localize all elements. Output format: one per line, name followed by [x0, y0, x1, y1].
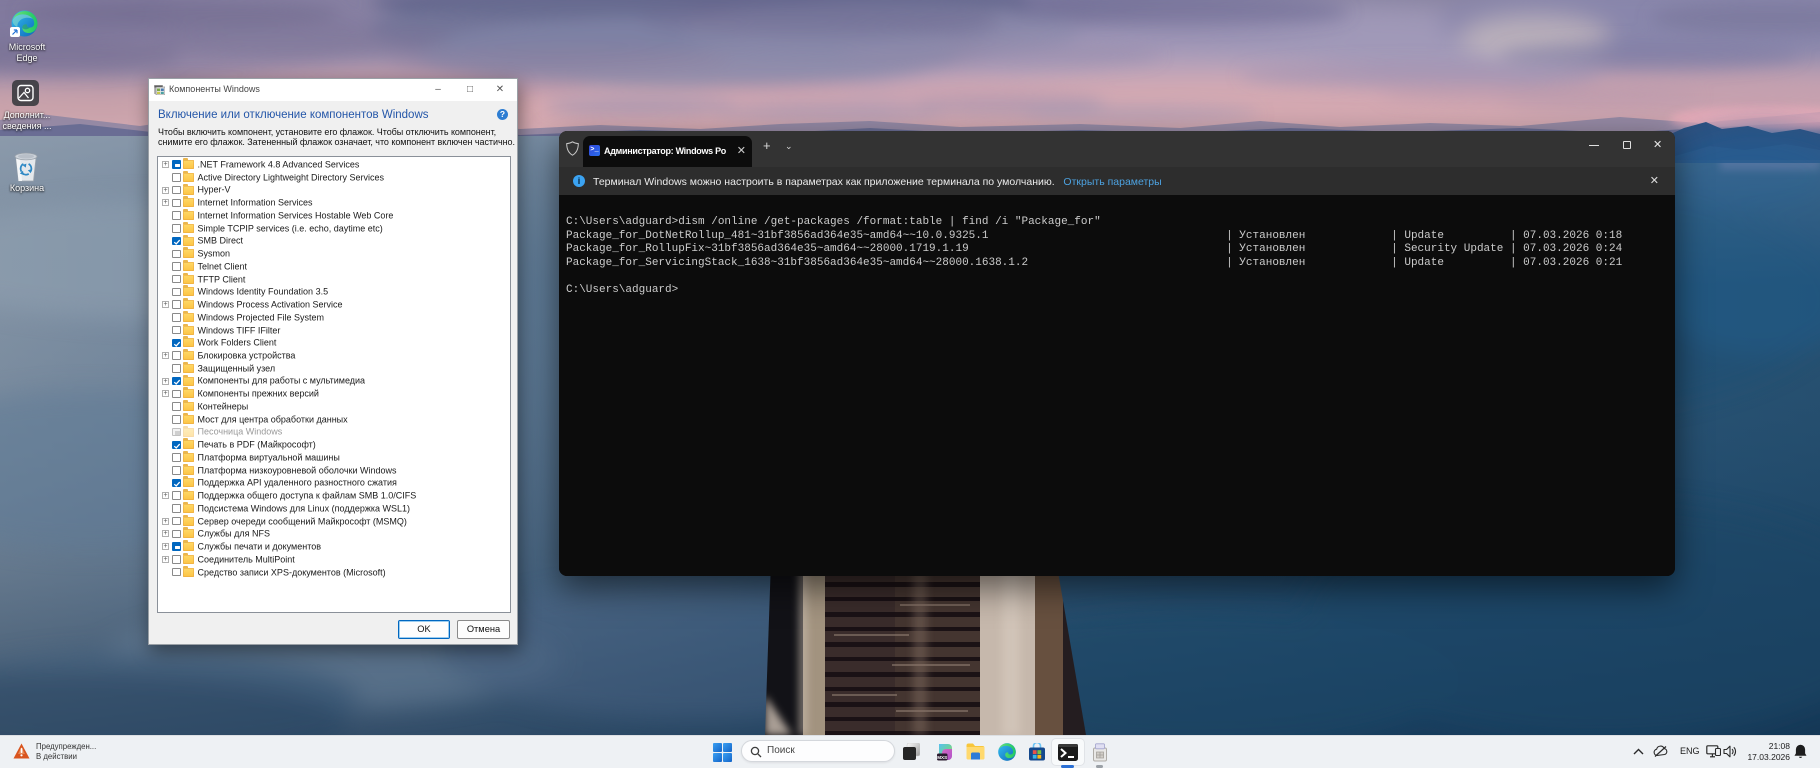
svg-text:MXS: MXS [937, 755, 947, 760]
